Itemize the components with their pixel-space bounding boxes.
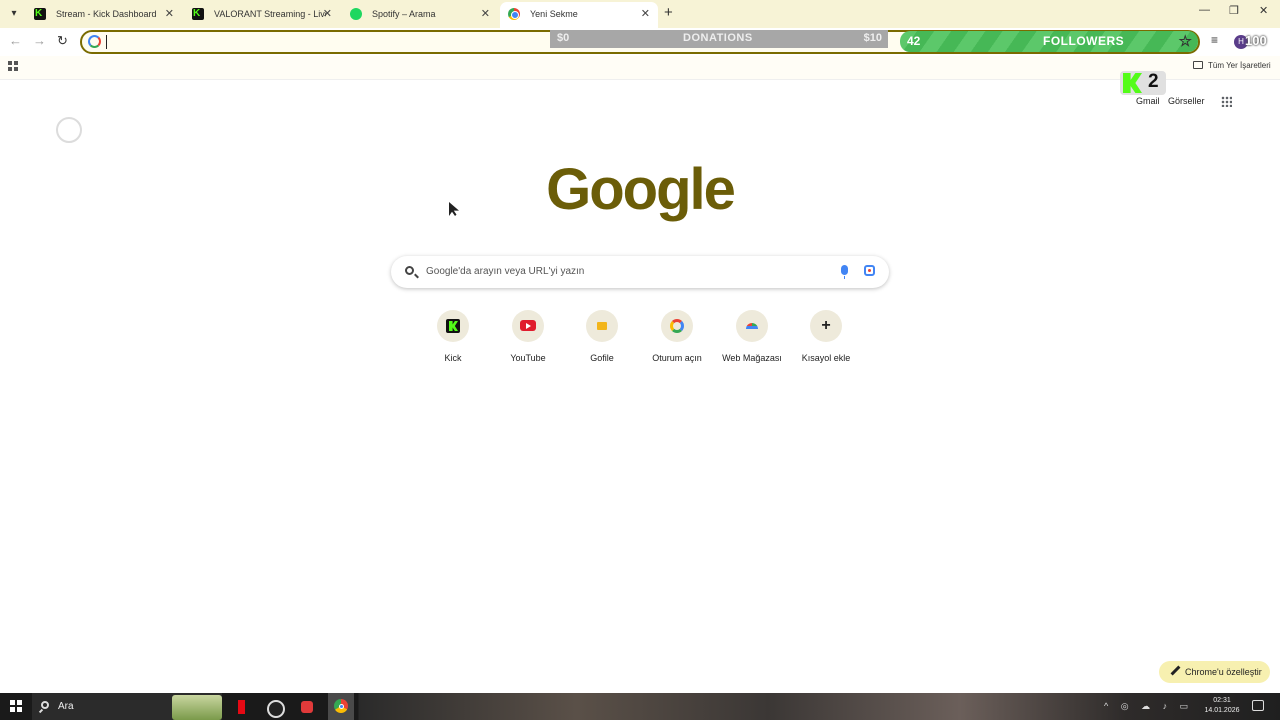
followers-label: FOLLOWERS: [1043, 34, 1125, 48]
tab-kick-dashboard[interactable]: Stream - Kick Dashboard ✕: [26, 2, 182, 28]
minimize-icon[interactable]: —: [1199, 4, 1210, 16]
webstore-icon: [746, 323, 758, 329]
browser-window: ▾ Stream - Kick Dashboard ✕ VALORANT Str…: [0, 0, 1280, 720]
tab-new-tab[interactable]: Yeni Sekme ✕: [500, 2, 658, 28]
search-icon: [41, 701, 49, 709]
shortcut-tile: +: [810, 310, 842, 342]
shortcut-label: Kısayol ekle: [801, 353, 851, 363]
donations-min: $0: [557, 32, 570, 44]
shortcut-kick[interactable]: Kick: [416, 310, 490, 370]
text-cursor: [106, 35, 107, 49]
loading-spinner-icon: [56, 117, 82, 143]
apps-grid-icon[interactable]: [8, 61, 19, 72]
close-icon[interactable]: ✕: [323, 2, 332, 26]
donations-goal-overlay: $0 DONATIONS $10: [550, 30, 888, 48]
taskbar: Ara ^ ◎ ☁ ♪ ▭ 02:31 14.01.2026: [0, 693, 1280, 720]
shortcut-gofile[interactable]: Gofile: [565, 310, 639, 370]
tab-label: Spotify – Arama: [372, 9, 436, 19]
viewer-count: 2: [1148, 71, 1159, 92]
shortcut-label: Gofile: [590, 353, 614, 363]
google-icon: [670, 319, 684, 333]
shortcut-tile: [586, 310, 618, 342]
donations-max: $10: [863, 32, 882, 44]
kick-icon: [446, 319, 460, 333]
shortcut-label: Web Mağazası: [722, 353, 782, 363]
customize-chrome-button[interactable]: Chrome'u özelleştir: [1159, 661, 1270, 683]
obs-icon[interactable]: [264, 697, 285, 718]
shortcut-tile: [661, 310, 693, 342]
tab-valorant-streaming[interactable]: VALORANT Streaming - Live St ✕: [184, 2, 340, 28]
close-icon[interactable]: ✕: [165, 2, 174, 26]
search-box[interactable]: Google'da arayın veya URL'yi yazın: [391, 256, 889, 288]
images-link[interactable]: Görseller: [1168, 96, 1205, 106]
kick-icon: [1123, 73, 1142, 93]
kick-icon: [34, 2, 46, 26]
reload-icon[interactable]: ↻: [57, 33, 68, 49]
folder-icon: [1193, 61, 1203, 69]
clock-date: 14.01.2026: [1204, 707, 1240, 714]
close-icon[interactable]: ✕: [641, 2, 650, 26]
shortcut-web-store[interactable]: Web Mağazası: [715, 310, 789, 370]
follower-goal-target: 100: [1245, 33, 1267, 48]
kick-viewer-overlay: 2: [1120, 71, 1166, 95]
tab-label: VALORANT Streaming - Live St: [214, 9, 326, 19]
shortcut-youtube[interactable]: YouTube: [491, 310, 565, 370]
media-control-icon[interactable]: ≡: [1211, 33, 1218, 47]
back-icon[interactable]: ←: [9, 33, 22, 48]
pencil-icon: [1170, 666, 1179, 675]
taskbar-clock[interactable]: 02:31 14.01.2026: [1200, 696, 1244, 716]
spotify-icon: [350, 8, 362, 20]
youtube-icon: [520, 320, 536, 331]
tab-spotify[interactable]: Spotify – Arama ✕: [342, 2, 498, 28]
search-placeholder: Google'da arayın veya URL'yi yazın: [426, 266, 585, 277]
chrome-icon: [508, 8, 520, 20]
system-tray-icons[interactable]: ^ ◎ ☁ ♪ ▭: [1104, 701, 1193, 712]
donations-label: DONATIONS: [683, 32, 753, 44]
gmail-link[interactable]: Gmail: [1136, 96, 1160, 106]
google-icon: [88, 35, 101, 48]
close-icon[interactable]: ✕: [481, 2, 490, 26]
clock-time: 02:31: [1213, 697, 1231, 704]
followers-count: 42: [907, 34, 921, 48]
mouse-pointer-icon: [449, 202, 459, 216]
shortcut-tile: [437, 310, 469, 342]
all-bookmarks-label: Tüm Yer İşaretleri: [1208, 61, 1271, 70]
tab-strip: ▾ Stream - Kick Dashboard ✕ VALORANT Str…: [0, 0, 1280, 28]
shortcuts-grid: Kick YouTube Gofile Oturum açın Web Mağa…: [416, 310, 864, 370]
google-lens-icon[interactable]: [864, 265, 875, 276]
plus-icon: +: [821, 317, 831, 334]
chrome-icon-center: [339, 704, 344, 709]
add-shortcut-button[interactable]: + Kısayol ekle: [789, 310, 863, 370]
bookmark-star-icon[interactable]: ☆: [1179, 32, 1192, 50]
new-tab-button[interactable]: +: [664, 4, 673, 21]
shortcut-label: Kick: [444, 353, 462, 363]
microphone-icon[interactable]: [841, 265, 848, 279]
windows-start-icon[interactable]: [10, 700, 22, 712]
search-icon: [405, 266, 414, 275]
taskbar-search-label: Ara: [58, 701, 74, 712]
tab-search-icon[interactable]: ▾: [6, 6, 22, 22]
shortcut-tile: [512, 310, 544, 342]
google-logo: Google: [546, 157, 736, 222]
restore-icon[interactable]: ❐: [1229, 4, 1239, 17]
all-bookmarks-button[interactable]: Tüm Yer İşaretleri: [1193, 61, 1271, 70]
search-highlight-widget[interactable]: [172, 695, 222, 720]
shortcut-label: YouTube: [510, 353, 546, 363]
bookmarks-bar: Tüm Yer İşaretleri: [0, 56, 1280, 80]
kick-icon: [192, 2, 204, 26]
tab-label: Yeni Sekme: [530, 9, 578, 19]
gofile-icon: [597, 322, 607, 330]
followers-goal-overlay: 42 FOLLOWERS ☆: [900, 31, 1198, 52]
netflix-icon[interactable]: [232, 697, 252, 717]
notification-icon[interactable]: [1252, 700, 1264, 711]
shortcut-label: Oturum açın: [652, 353, 702, 363]
shortcut-tile: [736, 310, 768, 342]
forward-icon[interactable]: →: [33, 33, 46, 48]
tab-label: Stream - Kick Dashboard: [56, 9, 157, 19]
customize-label: Chrome'u özelleştir: [1185, 667, 1262, 677]
shortcut-sign-in[interactable]: Oturum açın: [640, 310, 714, 370]
google-apps-icon[interactable]: [1221, 96, 1232, 107]
window-close-icon[interactable]: ✕: [1259, 4, 1268, 17]
app-icon[interactable]: [297, 697, 317, 717]
